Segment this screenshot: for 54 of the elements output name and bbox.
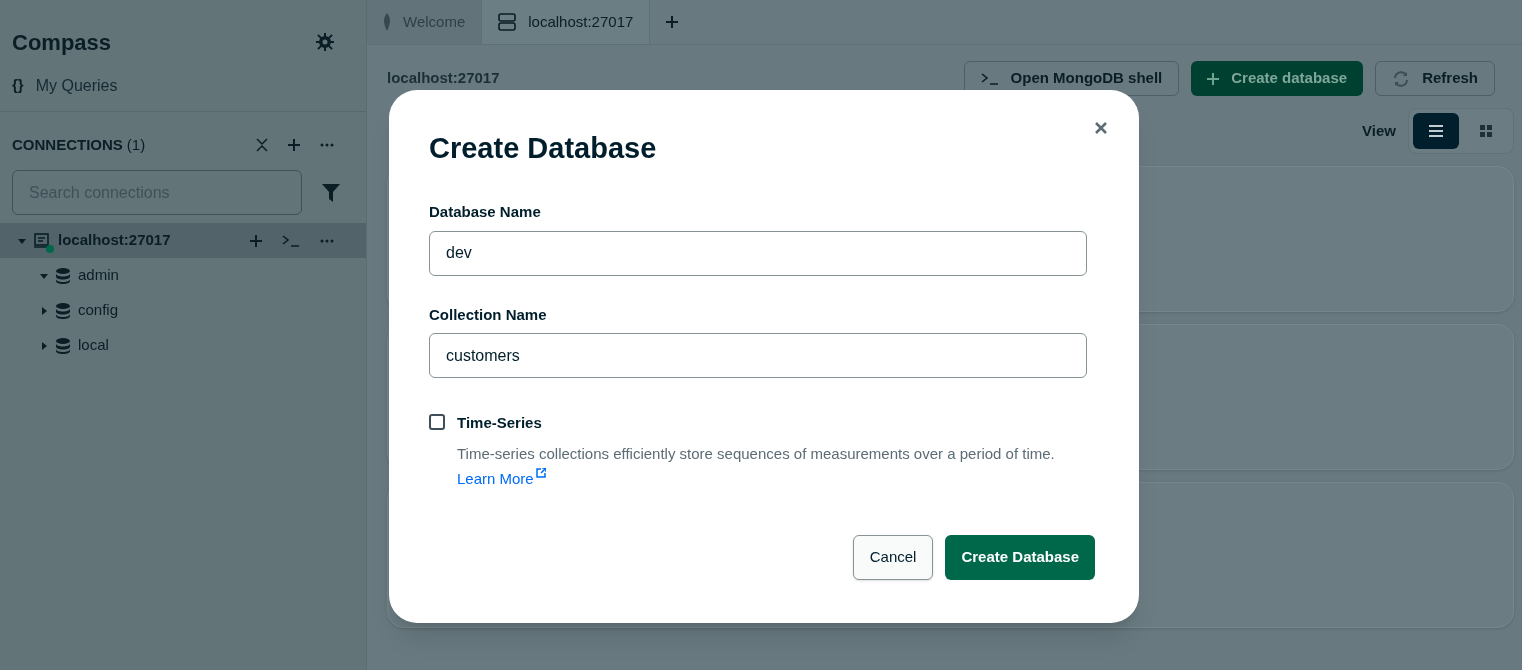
checkbox[interactable] [429,414,445,430]
list-view-button[interactable] [1413,113,1459,149]
plus-icon[interactable] [1207,72,1220,85]
more-icon[interactable] [320,143,334,147]
field-label: Database Name [429,202,542,222]
close-icon [1095,122,1107,134]
connections-count: (1) [126,134,146,155]
learn-more-link[interactable]: Learn More [457,465,546,491]
database-icon [56,337,70,354]
refresh-icon [1392,70,1411,87]
tree-label: localhost:27017 [58,230,171,251]
plus-icon[interactable] [250,234,262,247]
plus-icon[interactable] [288,139,300,151]
server-icon [34,232,50,249]
text-field[interactable]: customers [429,333,1087,378]
settings-icon[interactable] [316,33,334,51]
tree-item[interactable]: localhost:27017 [0,223,366,258]
text-field[interactable]: dev [429,230,1087,276]
create-database-button[interactable]: Create database [1191,61,1364,96]
database-icon [56,267,70,284]
refresh-button[interactable]: Refresh [1375,61,1495,96]
create-database-submit-button[interactable]: Create Database [945,535,1095,580]
checkbox-description: Time-series collections efficiently store sequences of measurements over a period of time. Learn More [457,440,1077,491]
plus-icon[interactable] [666,16,679,28]
my-queries-item[interactable]: {} My Queries [0,60,366,112]
filter-icon[interactable] [322,183,340,202]
caret-icon[interactable] [18,236,26,245]
caret-icon[interactable] [40,306,48,315]
server-icon [498,13,517,31]
tab[interactable]: localhost:27017 [482,0,651,44]
dialog-title: Create Database [429,134,658,163]
external-link-icon [535,467,546,478]
app-title: Compass [12,28,112,57]
caret-icon[interactable] [40,341,48,350]
database-icon [56,302,70,319]
cancel-button[interactable]: Cancel [852,535,934,580]
list-icon [1429,125,1443,137]
caret-icon[interactable] [40,271,48,280]
tree-label: local [78,335,109,356]
grid-icon [1480,125,1492,137]
connections-heading: CONNECTIONS [12,134,123,155]
more-icon[interactable] [320,238,334,243]
checkbox-label: Time-Series [457,413,543,433]
tree-label: admin [78,265,119,286]
braces-icon: {} [12,74,24,97]
page-title: localhost:27017 [387,68,500,89]
terminal-icon[interactable] [980,72,999,85]
collapse-icon[interactable] [256,138,268,152]
tree-label: config [78,300,119,321]
field-label: Collection Name [429,304,548,325]
terminal-icon[interactable] [282,234,300,247]
leaf-icon [383,13,391,31]
view-label: View [1362,120,1396,141]
close-button[interactable] [1093,120,1109,136]
